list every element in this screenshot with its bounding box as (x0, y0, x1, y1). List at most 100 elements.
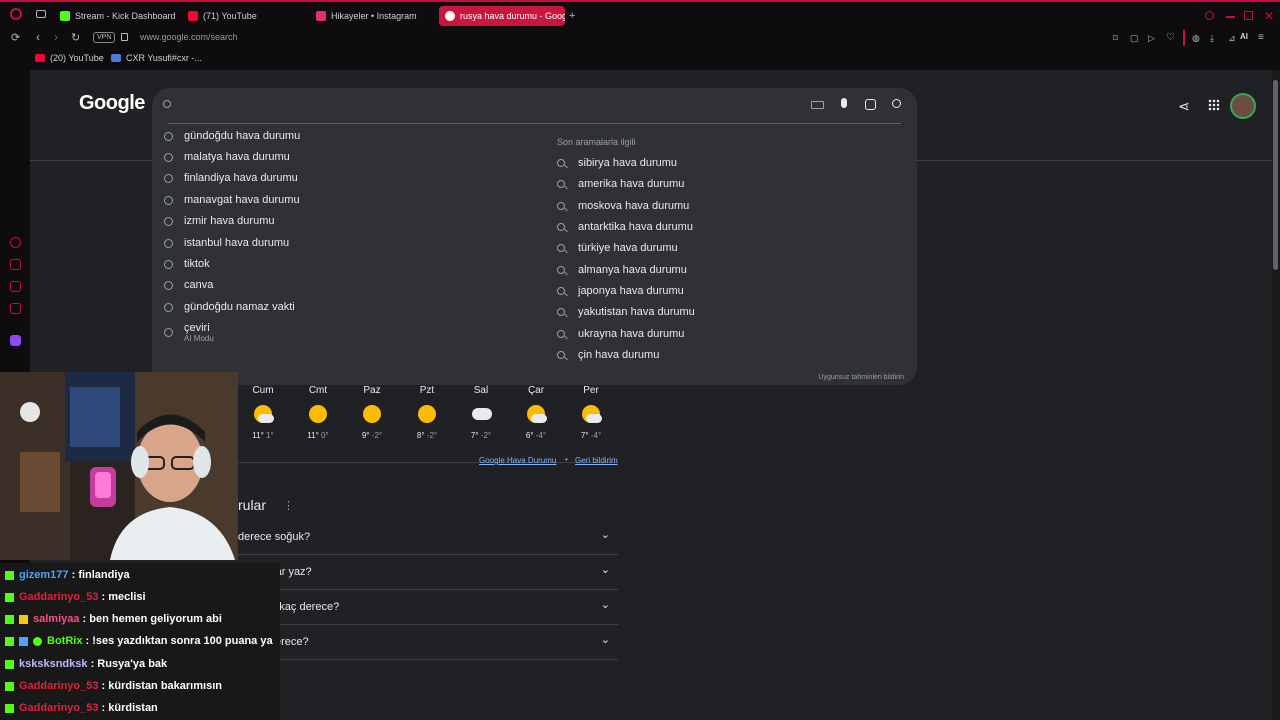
lens-icon[interactable] (865, 99, 876, 110)
history-clock-icon (164, 195, 173, 205)
related-suggestion[interactable]: sibirya hava durumu (557, 157, 677, 169)
related-suggestion[interactable]: yakutistan hava durumu (557, 306, 695, 318)
reload-icon[interactable]: ↻ (71, 32, 80, 44)
sunny-icon (363, 405, 381, 423)
streamer-webcam-image (0, 372, 238, 560)
recent-suggestion[interactable]: gündoğdu hava durumu (164, 130, 300, 142)
tab-google-search[interactable]: rusya hava durumu - Goog (439, 6, 565, 26)
youtube-icon (188, 11, 198, 21)
tab-youtube[interactable]: (71) YouTube (188, 6, 298, 26)
related-header: Son aramalarla ilgili (557, 137, 636, 147)
faq-title: rular (238, 497, 267, 513)
sync-icon[interactable]: ⟳ (11, 32, 20, 44)
weather-day: Per (583, 385, 599, 396)
related-suggestion[interactable]: türkiye hava durumu (557, 242, 678, 254)
maximize-icon[interactable] (1244, 11, 1253, 20)
url-field[interactable]: www.google.com/search (140, 32, 238, 42)
search-tabs-icon[interactable] (1205, 11, 1214, 20)
recent-suggestion[interactable]: izmir hava durumu (164, 215, 274, 227)
twitch-icon[interactable] (10, 335, 21, 346)
screenshot-icon[interactable]: ▢ (1130, 32, 1139, 44)
chat-message: Gaddarinyo_53 : meclisi (5, 588, 146, 606)
aria-ai-icon[interactable]: ⊿ (1228, 32, 1236, 44)
menu-icon[interactable]: ≡ (1258, 32, 1264, 44)
download-icon[interactable]: ⤓ (1210, 32, 1214, 44)
recent-suggestion[interactable]: gündoğdu namaz vakti (164, 301, 295, 313)
related-suggestion[interactable]: çin hava durumu (557, 349, 659, 361)
recent-suggestion[interactable]: malatya hava durumu (164, 151, 290, 163)
recent-suggestion[interactable]: istanbul hava durumu (164, 237, 289, 249)
opera-logo-icon[interactable] (10, 8, 22, 20)
related-suggestion[interactable]: almanya hava durumu (557, 264, 687, 276)
lock-icon (121, 33, 128, 41)
recent-suggestion[interactable]: canva (164, 279, 213, 291)
partly-cloudy-icon (254, 405, 274, 423)
bot-badge-icon (19, 636, 28, 646)
chat-message: ksksksndksk : Rusya'ya bak (5, 655, 167, 673)
chevron-down-icon: ⌄ (600, 564, 610, 576)
new-tab-icon[interactable]: + (569, 10, 575, 22)
history-clock-icon (164, 216, 173, 226)
close-icon[interactable]: ✕ (1264, 10, 1274, 22)
related-suggestion[interactable]: amerika hava durumu (557, 178, 684, 190)
feedback-link[interactable]: Geri bildirim (575, 456, 618, 465)
chat-message: BotRix : !ses yazdıktan sonra 100 puana … (5, 632, 273, 650)
extension-icon[interactable] (10, 303, 21, 314)
ai-label[interactable]: AI (1240, 32, 1248, 41)
weather-divider (238, 462, 618, 463)
search-submit-icon[interactable] (892, 99, 901, 108)
search-icon (557, 330, 565, 338)
messenger-icon[interactable] (10, 281, 21, 292)
weather-temps: 11° 1° (252, 431, 274, 440)
bag-icon[interactable] (10, 259, 21, 270)
apps-grid-icon[interactable] (1208, 99, 1220, 111)
search-icon (557, 159, 565, 167)
recent-suggestion[interactable]: manavgat hava durumu (164, 194, 300, 206)
recent-suggestion[interactable]: çeviri AI Modu (164, 322, 214, 343)
related-suggestion[interactable]: moskova hava durumu (557, 200, 689, 212)
history-clock-icon (164, 238, 173, 248)
chevron-down-icon: ⌄ (600, 529, 610, 541)
related-suggestion[interactable]: ukrayna hava durumu (557, 328, 684, 340)
profile-icon[interactable]: ◍ (1192, 32, 1200, 44)
avatar[interactable] (1230, 93, 1256, 119)
search-input[interactable] (182, 96, 782, 114)
history-icon[interactable] (10, 237, 21, 248)
more-options-icon[interactable]: ⋮ (283, 499, 294, 512)
search-box (152, 88, 917, 123)
tab-kick-dashboard[interactable]: Stream - Kick Dashboard (60, 6, 180, 26)
tab-list-icon[interactable] (36, 10, 46, 18)
report-predictions-link[interactable]: Uygunsuz tahminleri bildirin (818, 374, 904, 381)
heart-icon[interactable]: ♡ (1166, 32, 1175, 44)
history-clock-icon (164, 131, 173, 141)
scrollbar-thumb[interactable] (1273, 80, 1278, 270)
recent-suggestion[interactable]: tiktok (164, 258, 210, 270)
chevron-down-icon: ⌄ (600, 599, 610, 611)
snapshot-icon[interactable]: ⌑ (1113, 32, 1118, 44)
tab-instagram[interactable]: Hikayeler • Instagram (316, 6, 431, 26)
vpn-badge[interactable]: VPN (93, 32, 116, 43)
chat-message: salmiyaa : ben hemen geliyorum abi (5, 610, 222, 628)
voice-search-icon[interactable] (841, 98, 847, 108)
back-icon[interactable]: ‹ (36, 31, 40, 43)
stream-chat: gizem177 : finlandiya Gaddarinyo_53 : me… (0, 563, 280, 720)
minimize-icon[interactable] (1226, 16, 1235, 18)
google-weather-link[interactable]: Google Hava Durumu (479, 456, 556, 465)
recent-suggestion[interactable]: finlandiya hava durumu (164, 172, 298, 184)
weather-temps: 7° -2° (470, 431, 492, 440)
bookmark-cxr[interactable]: CXR Yusufi#cxr -... (111, 53, 202, 63)
search-icon (557, 308, 565, 316)
search-icon (557, 351, 565, 359)
kick-badge-icon (5, 703, 14, 713)
related-suggestion[interactable]: antarktika hava durumu (557, 221, 693, 233)
instagram-icon (316, 11, 326, 21)
forward-icon[interactable]: › (54, 31, 58, 43)
keyboard-icon[interactable] (811, 101, 824, 109)
weather-day: Cmt (308, 385, 328, 396)
related-suggestion[interactable]: japonya hava durumu (557, 285, 684, 297)
weather-day: Cum (252, 385, 274, 396)
share-icon[interactable]: ⋖ (1178, 98, 1190, 115)
google-logo[interactable]: Google (79, 92, 145, 115)
player-icon[interactable]: ▷ (1148, 32, 1155, 44)
bookmark-youtube[interactable]: (20) YouTube (35, 53, 104, 63)
